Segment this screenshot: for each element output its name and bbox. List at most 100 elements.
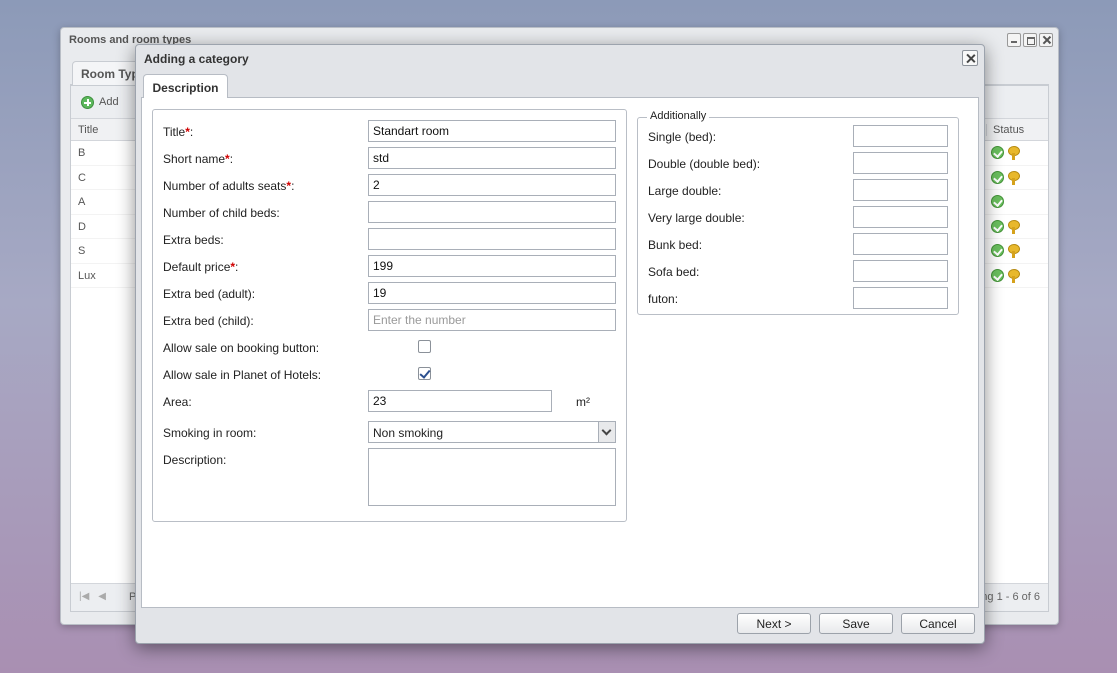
additionally-row: futon: xyxy=(648,287,950,309)
check-icon[interactable] xyxy=(991,219,1004,233)
row-status xyxy=(991,170,1021,185)
check-icon[interactable] xyxy=(991,146,1004,159)
main-fields-box: Title*: Short name*: Number of adults se… xyxy=(152,109,627,522)
maximize-icon[interactable] xyxy=(1023,33,1037,47)
key-icon[interactable] xyxy=(1008,170,1020,185)
additionally-input[interactable] xyxy=(853,125,948,147)
column-title-header[interactable]: Title xyxy=(78,124,98,136)
area-unit: m² xyxy=(576,395,590,409)
description-textarea[interactable] xyxy=(368,448,616,506)
short-name-row: Short name*: xyxy=(163,147,618,169)
extra-beds-label: Extra beds: xyxy=(163,233,224,247)
row-title: C xyxy=(78,171,86,184)
allow-booking-label: Allow sale on booking button: xyxy=(163,341,320,355)
adults-label: Number of adults seats*: xyxy=(163,179,295,193)
child-beds-input[interactable] xyxy=(368,201,616,223)
smoking-row: Smoking in room: Non smoking xyxy=(163,421,618,443)
row-title: A xyxy=(78,196,86,208)
dialog-body: Title*: Short name*: Number of adults se… xyxy=(141,98,979,608)
key-icon[interactable] xyxy=(1008,268,1020,283)
pager-info: ng 1 - 6 of 6 xyxy=(981,591,1040,603)
additionally-label: Single (bed): xyxy=(648,130,717,144)
title-input[interactable] xyxy=(368,120,616,142)
row-status xyxy=(991,244,1021,258)
row-title: D xyxy=(78,220,86,233)
row-status xyxy=(991,195,1021,208)
additionally-label: futon: xyxy=(648,292,679,306)
additionally-input[interactable] xyxy=(853,152,948,174)
dialog-tabstrip: Description xyxy=(141,72,979,99)
additionally-label: Sofa bed: xyxy=(648,265,700,279)
close-icon[interactable] xyxy=(962,50,978,66)
next-button[interactable]: Next > xyxy=(737,613,811,634)
title-row: Title*: xyxy=(163,120,618,142)
key-icon[interactable] xyxy=(1008,219,1020,234)
smoking-select[interactable]: Non smoking xyxy=(368,421,616,443)
first-page-icon[interactable]: |◀ xyxy=(79,591,89,602)
default-price-row: Default price*: xyxy=(163,255,618,277)
additionally-legend: Additionally xyxy=(647,110,710,122)
area-input[interactable] xyxy=(368,390,552,412)
minimize-icon[interactable] xyxy=(1007,33,1021,47)
additionally-label: Large double: xyxy=(648,184,722,198)
cancel-button[interactable]: Cancel xyxy=(901,613,975,634)
prev-page-icon[interactable]: ◀ xyxy=(98,591,106,602)
additionally-box: Additionally Single (bed): Double (double… xyxy=(637,110,959,315)
close-icon[interactable] xyxy=(1039,33,1053,47)
additionally-input[interactable] xyxy=(853,179,948,201)
add-category-dialog: Adding a category Description Title*: Sh… xyxy=(135,44,985,644)
smoking-select-value: Non smoking xyxy=(373,426,444,440)
description-row: Description: xyxy=(163,448,618,506)
check-icon[interactable] xyxy=(991,195,1004,208)
check-icon[interactable] xyxy=(991,170,1004,184)
extra-bed-child-label: Extra bed (child): xyxy=(163,314,254,328)
additionally-input[interactable] xyxy=(853,260,948,282)
check-icon[interactable] xyxy=(991,268,1004,282)
key-icon[interactable] xyxy=(1008,146,1020,160)
extra-bed-adult-input[interactable] xyxy=(368,282,616,304)
default-price-input[interactable] xyxy=(368,255,616,277)
add-button[interactable]: Add xyxy=(99,96,119,108)
key-icon[interactable] xyxy=(1008,244,1020,258)
extra-bed-child-input[interactable] xyxy=(368,309,616,331)
additionally-input[interactable] xyxy=(853,233,948,255)
row-status xyxy=(991,219,1021,234)
additionally-input[interactable] xyxy=(853,206,948,228)
extra-beds-input[interactable] xyxy=(368,228,616,250)
additionally-label: Double (double bed): xyxy=(648,157,761,171)
child-beds-row: Number of child beds: xyxy=(163,201,618,223)
extra-beds-row: Extra beds: xyxy=(163,228,618,250)
child-beds-label: Number of child beds: xyxy=(163,206,280,220)
default-price-label: Default price*: xyxy=(163,260,239,274)
adults-input[interactable] xyxy=(368,174,616,196)
extra-bed-child-row: Extra bed (child): xyxy=(163,309,618,331)
smoking-label: Smoking in room: xyxy=(163,426,257,440)
dialog-title: Adding a category xyxy=(144,52,249,66)
additionally-row: Single (bed): xyxy=(648,125,950,147)
additionally-label: Very large double: xyxy=(648,211,745,225)
chevron-down-icon[interactable] xyxy=(598,422,615,442)
save-button[interactable]: Save xyxy=(819,613,893,634)
check-icon[interactable] xyxy=(991,244,1004,257)
area-row: Area: m² xyxy=(163,390,618,412)
row-title: Lux xyxy=(78,269,96,282)
area-label: Area: xyxy=(163,395,192,409)
window-controls xyxy=(1007,33,1053,47)
additionally-row: Bunk bed: xyxy=(648,233,950,255)
extra-bed-adult-row: Extra bed (adult): xyxy=(163,282,618,304)
short-name-input[interactable] xyxy=(368,147,616,169)
additionally-row: Sofa bed: xyxy=(648,260,950,282)
allow-planet-row: Allow sale in Planet of Hotels: xyxy=(163,363,618,385)
add-icon[interactable] xyxy=(81,95,94,109)
allow-planet-checkbox[interactable] xyxy=(418,367,431,380)
allow-booking-checkbox[interactable] xyxy=(418,340,431,353)
additionally-row: Large double: xyxy=(648,179,950,201)
additionally-row: Very large double: xyxy=(648,206,950,228)
tab-description[interactable]: Description xyxy=(143,74,228,99)
column-status-header[interactable]: Status xyxy=(986,124,1040,136)
row-status xyxy=(991,146,1021,160)
additionally-input[interactable] xyxy=(853,287,948,309)
dialog-buttons: Next > Save Cancel xyxy=(737,613,975,634)
row-title: S xyxy=(78,245,86,257)
extra-bed-adult-label: Extra bed (adult): xyxy=(163,287,256,301)
